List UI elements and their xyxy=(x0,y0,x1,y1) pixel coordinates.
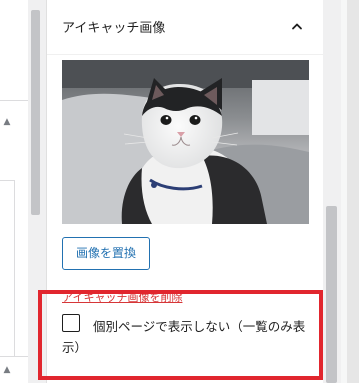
editor-screen: ▲ ▲ アイキャッチ画像 画像を置換 アイキャッチ画像を削除 個別ページで表示し… xyxy=(0,0,359,383)
left-scrollbar-thumb[interactable] xyxy=(31,10,40,215)
panel-header[interactable]: アイキャッチ画像 xyxy=(47,0,324,55)
left-scrollbar[interactable] xyxy=(30,0,41,383)
window-scrollbar[interactable] xyxy=(341,0,359,383)
window-scrollbar-track[interactable] xyxy=(347,0,359,383)
hide-on-single-page-label[interactable]: 個別ページで表示しない（一覧のみ表示） xyxy=(62,316,312,358)
featured-image-cat-photo[interactable] xyxy=(62,60,309,224)
featured-image-panel: アイキャッチ画像 画像を置換 アイキャッチ画像を削除 個別ページで表示しない（一… xyxy=(46,0,324,383)
content-box xyxy=(0,180,15,357)
divider xyxy=(0,356,28,357)
sidebar-scrollbar-thumb[interactable] xyxy=(326,206,337,383)
divider xyxy=(0,100,28,101)
chevron-up-icon[interactable] xyxy=(287,16,307,36)
editor-main-column: ▲ ▲ xyxy=(0,0,28,383)
sidebar-scrollbar[interactable] xyxy=(323,0,341,383)
caret-up-icon[interactable]: ▲ xyxy=(0,116,14,128)
remove-featured-image-link[interactable]: アイキャッチ画像を削除 xyxy=(62,289,182,305)
panel-title: アイキャッチ画像 xyxy=(62,21,166,36)
caret-up-icon[interactable]: ▲ xyxy=(0,364,14,376)
replace-image-button[interactable]: 画像を置換 xyxy=(62,237,150,270)
